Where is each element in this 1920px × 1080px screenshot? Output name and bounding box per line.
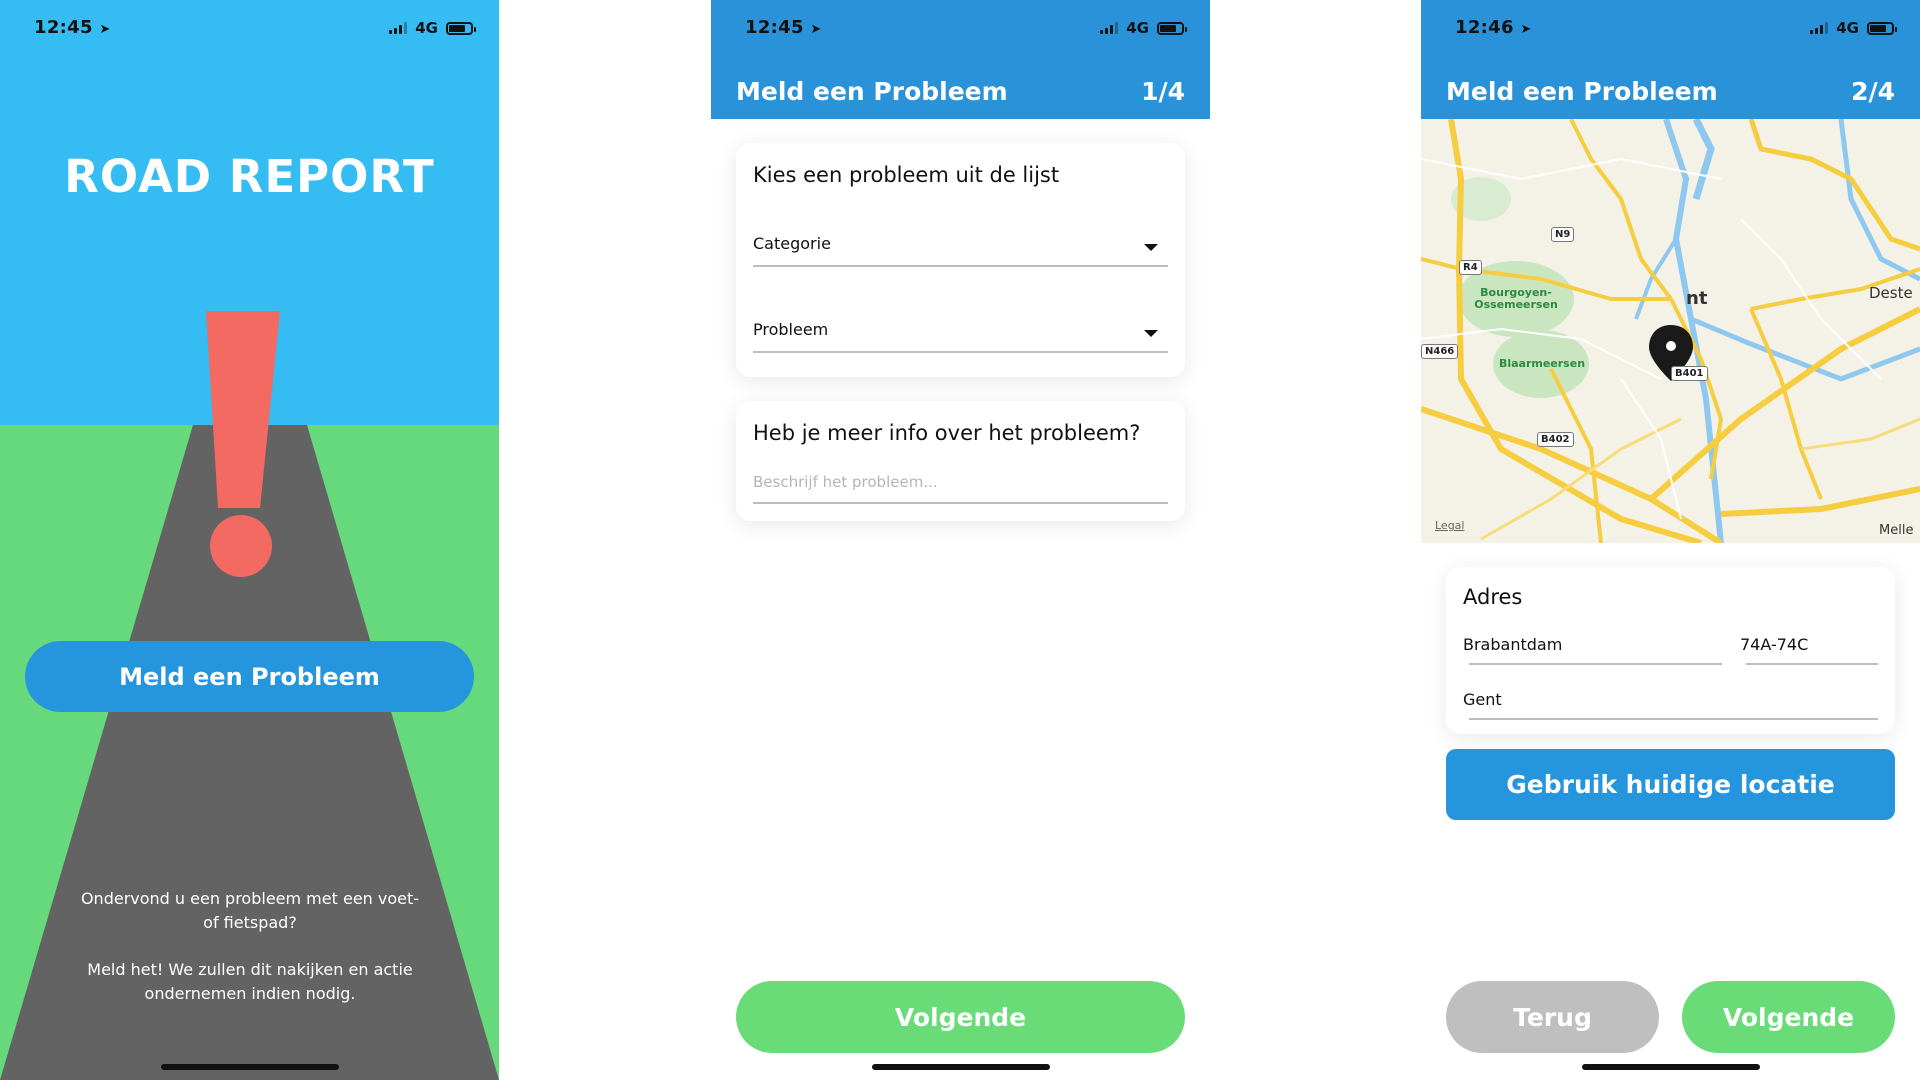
home-indicator[interactable] — [871, 1064, 1050, 1070]
next-button[interactable]: Volgende — [736, 981, 1185, 1053]
underline — [1746, 663, 1878, 665]
map-legal-link[interactable]: Legal — [1435, 519, 1464, 532]
card-title: Kies een probleem uit de lijst — [753, 163, 1060, 187]
status-bar: 12:45 ➤ 4G — [711, 0, 1210, 54]
location-map[interactable]: N9 R4 N466 B401 B402 Bourgoyen- Ossemeer… — [1421, 119, 1920, 543]
home-indicator[interactable] — [1581, 1064, 1760, 1070]
road-shield-n9: N9 — [1551, 227, 1575, 242]
house-number-value: 74A-74C — [1740, 635, 1809, 654]
app-header: 12:46 ➤ 4G Meld een Probleem 2/4 — [1421, 0, 1920, 119]
category-label: Categorie — [753, 234, 831, 253]
road-shield-n466: N466 — [1421, 344, 1459, 359]
exclamation-dot — [210, 515, 272, 577]
status-time: 12:45 ➤ — [745, 17, 822, 38]
category-dropdown[interactable]: Categorie — [753, 223, 1168, 273]
call-to-action-message: Meld het! We zullen dit nakijken en acti… — [87, 960, 413, 1003]
place-label-melle: Melle — [1879, 523, 1914, 538]
step-indicator: 2/4 — [1851, 77, 1895, 106]
status-bar: 12:46 ➤ 4G — [1421, 0, 1920, 54]
city-label-gent: nt — [1686, 288, 1708, 309]
battery-icon — [446, 21, 476, 35]
status-bar: 12:45 ➤ 4G — [0, 0, 499, 54]
description-placeholder: Beschrijf het probleem... — [753, 473, 938, 491]
street-value: Brabantdam — [1463, 635, 1563, 654]
back-button[interactable]: Terug — [1446, 981, 1659, 1053]
network-label: 4G — [1126, 19, 1149, 37]
underline — [753, 265, 1168, 267]
house-number-field[interactable]: 74A-74C — [1740, 627, 1878, 667]
app-header: 12:45 ➤ 4G Meld een Probleem 1/4 — [711, 0, 1210, 119]
underline — [1469, 663, 1722, 665]
road-shield-b401: B401 — [1671, 366, 1708, 381]
page-title: Meld een Probleem — [736, 77, 1008, 106]
screenshot-stage: 12:45 ➤ 4G ROAD REPORT Meld een Probleem… — [0, 0, 1920, 1080]
page-title: Meld een Probleem — [1446, 77, 1718, 106]
intro-message: Ondervond u een probleem met een voet- o… — [80, 889, 420, 932]
card-title: Heb je meer info over het probleem? — [753, 421, 1141, 445]
network-label: 4G — [415, 19, 438, 37]
step-indicator: 1/4 — [1141, 77, 1185, 106]
network-label: 4G — [1836, 19, 1859, 37]
app-title: ROAD REPORT — [64, 150, 435, 203]
underline — [753, 351, 1168, 353]
next-button[interactable]: Volgende — [1682, 981, 1895, 1053]
status-time: 12:46 ➤ — [1455, 17, 1532, 38]
battery-icon — [1157, 21, 1187, 35]
city-value: Gent — [1463, 690, 1502, 709]
place-label-deste: Deste — [1869, 284, 1913, 302]
park-label-bourgoyen: Bourgoyen- Ossemeersen — [1474, 286, 1558, 311]
problem-dropdown[interactable]: Probleem — [753, 309, 1168, 359]
map-roads — [1421, 119, 1920, 543]
signal-icon — [1810, 22, 1829, 34]
home-indicator[interactable] — [160, 1064, 339, 1070]
report-step1-screen: 12:45 ➤ 4G Meld een Probleem 1/4 Kies ee… — [711, 0, 1210, 1080]
battery-icon — [1867, 21, 1897, 35]
report-problem-button[interactable]: Meld een Probleem — [25, 641, 474, 712]
park-label-blaarmeersen: Blaarmeersen — [1498, 357, 1586, 370]
problem-label: Probleem — [753, 320, 829, 339]
more-info-card: Heb je meer info over het probleem? Besc… — [736, 401, 1185, 521]
report-step2-screen: 12:46 ➤ 4G Meld een Probleem 2/4 N9 R4 N… — [1421, 0, 1920, 1080]
road-shield-r4: R4 — [1459, 260, 1482, 275]
signal-icon — [389, 22, 408, 34]
description-input[interactable]: Beschrijf het probleem... — [753, 465, 1168, 505]
city-field[interactable]: Gent — [1463, 682, 1878, 722]
problem-select-card: Kies een probleem uit de lijst Categorie… — [736, 143, 1185, 377]
status-time: 12:45 ➤ — [34, 17, 111, 38]
chevron-down-icon — [1144, 244, 1158, 251]
chevron-down-icon — [1144, 330, 1158, 337]
road-shield-b402: B402 — [1537, 432, 1574, 447]
welcome-screen: 12:45 ➤ 4G ROAD REPORT Meld een Probleem… — [0, 0, 499, 1080]
street-field[interactable]: Brabantdam — [1463, 627, 1722, 667]
address-card: Adres Brabantdam 74A-74C Gent — [1446, 567, 1895, 734]
use-current-location-button[interactable]: Gebruik huidige locatie — [1446, 749, 1895, 820]
underline — [1469, 718, 1878, 720]
card-title: Adres — [1463, 585, 1523, 609]
signal-icon — [1100, 22, 1119, 34]
underline — [753, 502, 1168, 504]
